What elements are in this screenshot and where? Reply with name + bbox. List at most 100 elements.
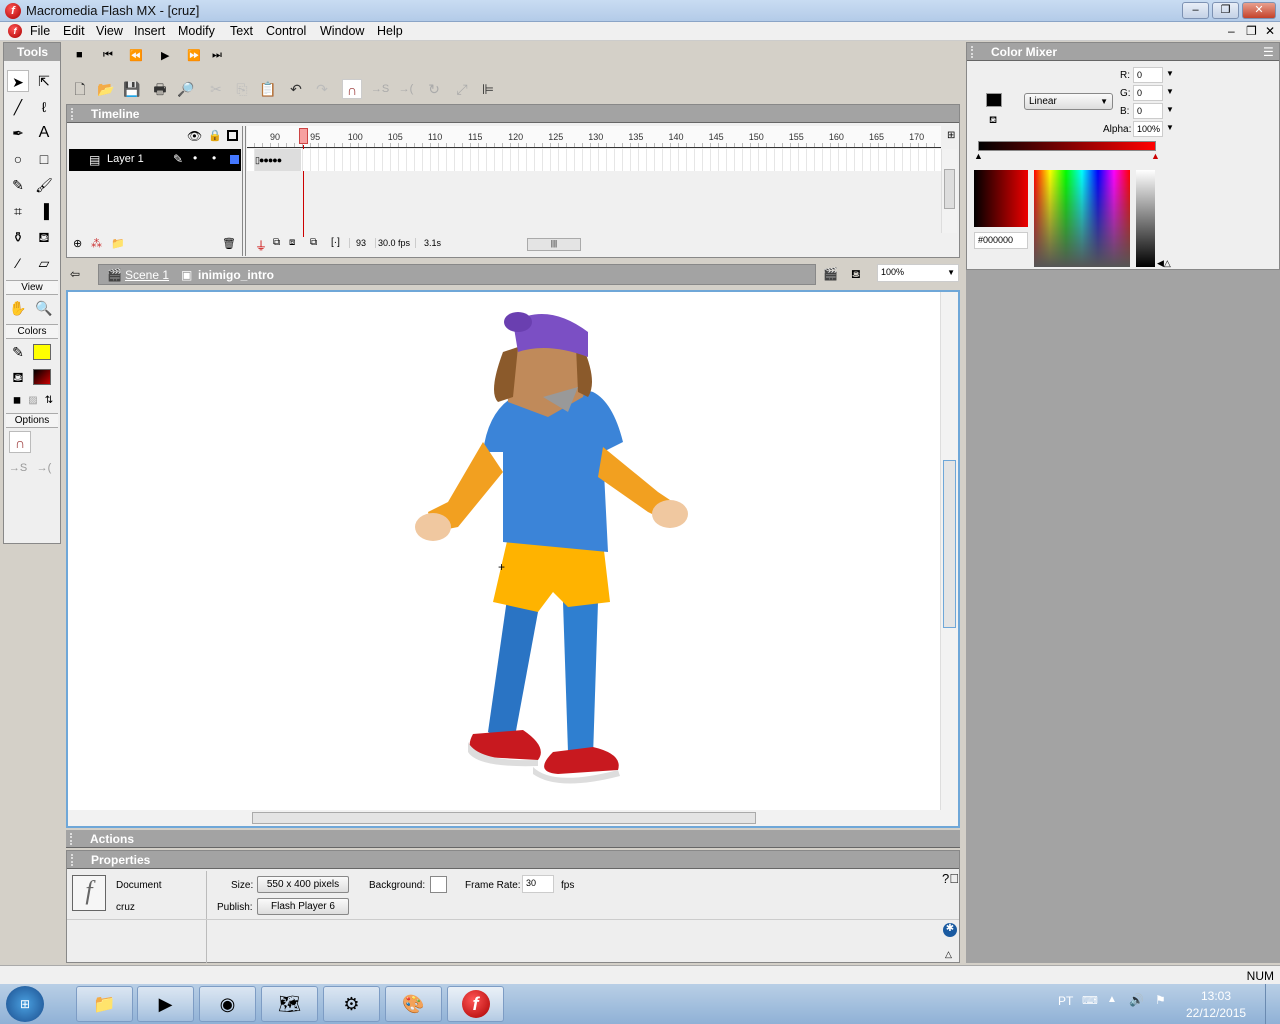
stage-vscroll[interactable]: [940, 292, 958, 826]
rectangle-tool-icon[interactable]: □: [33, 148, 55, 170]
step-back-button[interactable]: ⏪: [129, 49, 143, 62]
layer-color-icon[interactable]: [230, 155, 239, 164]
b-dropdown[interactable]: ▼: [1166, 105, 1174, 114]
color-spectrum[interactable]: [1034, 170, 1130, 267]
flash-taskbar-icon[interactable]: f: [447, 986, 504, 1022]
hand-tool-icon[interactable]: ✋: [7, 297, 29, 319]
alpha-dropdown[interactable]: ▼: [1166, 123, 1174, 132]
align-icon[interactable]: ⊫: [478, 79, 498, 99]
fill-transform-tool-icon[interactable]: ▐: [33, 200, 55, 222]
menu-help[interactable]: Help: [377, 24, 403, 38]
restore-button[interactable]: ❐: [1212, 2, 1239, 19]
onion-outlines-icon[interactable]: ⧈: [289, 237, 295, 248]
pen-tool-icon[interactable]: ✒: [7, 122, 29, 144]
gradient-bar[interactable]: [978, 141, 1156, 151]
snap-magnet-icon[interactable]: ∩: [9, 431, 31, 453]
timeline-ruler[interactable]: 90 95 100 105 110 115 120 125 130 135 140 145 150 155…: [247, 126, 941, 148]
b-input[interactable]: 0: [1133, 103, 1163, 119]
clock-time[interactable]: 13:03: [1201, 989, 1231, 1003]
copy-icon[interactable]: ⎘: [232, 79, 252, 99]
cut-icon[interactable]: ✂: [206, 79, 226, 99]
outline-icon[interactable]: [227, 130, 238, 141]
rewind-button[interactable]: ⏮: [103, 49, 113, 62]
color-mixer-title[interactable]: Color Mixer: [967, 43, 1279, 61]
collapse-icon[interactable]: △: [945, 949, 952, 960]
text-tool-icon[interactable]: A: [33, 122, 55, 144]
doc-close-button[interactable]: ✕: [1265, 24, 1275, 38]
eraser-tool-icon[interactable]: ▱: [33, 252, 55, 274]
go-to-end-button[interactable]: ⏭: [212, 49, 222, 62]
step-forward-button[interactable]: ⏩: [187, 49, 201, 62]
stop-button[interactable]: ■: [76, 49, 83, 61]
timeline-vscroll[interactable]: [941, 149, 957, 233]
settings-taskbar-icon[interactable]: ⚙: [323, 986, 380, 1022]
menu-modify[interactable]: Modify: [178, 24, 215, 38]
keyframes[interactable]: ▯●●●●●: [255, 149, 301, 171]
g-dropdown[interactable]: ▼: [1166, 87, 1174, 96]
edit-symbol-icon[interactable]: ⛾: [851, 267, 861, 283]
back-arrow-icon[interactable]: ⇦: [70, 267, 80, 281]
smooth-toolbar-icon[interactable]: →S: [370, 79, 390, 99]
zoom-tool-icon[interactable]: 🔍: [33, 297, 55, 319]
save-icon[interactable]: 💾: [122, 79, 142, 99]
timeline-hscroll-thumb[interactable]: |||: [527, 238, 581, 251]
publish-button[interactable]: Flash Player 6: [257, 898, 349, 915]
frame-view-icon[interactable]: ⊞: [947, 130, 955, 141]
keyboard-icon[interactable]: ⌨: [1082, 994, 1098, 1007]
explorer-taskbar-icon[interactable]: 📁: [76, 986, 133, 1022]
stage-vscroll-thumb[interactable]: [943, 460, 956, 628]
r-input[interactable]: 0: [1133, 67, 1163, 83]
close-button[interactable]: ✕: [1242, 2, 1276, 19]
playhead[interactable]: [299, 128, 308, 144]
hex-input[interactable]: #000000: [974, 232, 1028, 249]
actions-panel-header[interactable]: Actions: [66, 830, 960, 848]
undo-icon[interactable]: ↶: [286, 79, 306, 99]
paint-taskbar-icon[interactable]: 🎨: [385, 986, 442, 1022]
play-button[interactable]: ▶: [161, 49, 169, 62]
swap-colors-icon[interactable]: ⇅: [38, 390, 60, 412]
language-indicator[interactable]: PT: [1058, 994, 1073, 1008]
smooth-icon[interactable]: →S: [7, 457, 29, 479]
show-desktop-button[interactable]: [1265, 984, 1280, 1024]
subselect-tool-icon[interactable]: ⇱: [33, 70, 55, 92]
r-dropdown[interactable]: ▼: [1166, 69, 1174, 78]
straighten-icon[interactable]: →(: [33, 457, 55, 479]
action-center-flag-icon[interactable]: ⚑: [1155, 993, 1166, 1007]
new-icon[interactable]: 🗋: [70, 79, 90, 99]
eyedropper-tool-icon[interactable]: ⁄: [7, 252, 29, 274]
print-icon[interactable]: 🖶: [150, 79, 170, 99]
brightness-pointer[interactable]: ◀△: [1157, 258, 1171, 269]
straighten-toolbar-icon[interactable]: →(: [396, 79, 416, 99]
scene-link[interactable]: Scene 1: [125, 268, 169, 282]
accessibility-icon[interactable]: ✱: [943, 923, 957, 937]
stage-hscroll[interactable]: [68, 810, 942, 826]
menu-view[interactable]: View: [96, 24, 123, 38]
menu-insert[interactable]: Insert: [134, 24, 165, 38]
character-artwork[interactable]: [388, 302, 708, 792]
chrome-taskbar-icon[interactable]: ◉: [199, 986, 256, 1022]
stage[interactable]: +: [66, 290, 960, 828]
insert-folder-icon[interactable]: 📁: [111, 237, 125, 250]
pencil-tool-icon[interactable]: ✎: [7, 174, 29, 196]
snap-icon[interactable]: ∩: [342, 79, 362, 99]
line-tool-icon[interactable]: ╱: [7, 96, 29, 118]
start-button[interactable]: ⊞: [6, 986, 44, 1022]
stroke-color-swatch[interactable]: [33, 344, 51, 360]
size-button[interactable]: 550 x 400 pixels: [257, 876, 349, 893]
ink-bottle-tool-icon[interactable]: ⚱: [7, 226, 29, 248]
arrow-tool-icon[interactable]: ➤: [7, 70, 29, 92]
gradient-pointer-end[interactable]: ▲: [1151, 151, 1160, 161]
menu-edit[interactable]: Edit: [63, 24, 85, 38]
volume-icon[interactable]: 🔊: [1129, 993, 1144, 1007]
onion-skin-icon[interactable]: ⧉: [273, 237, 280, 248]
gradient-pointer-start[interactable]: ▲: [974, 151, 983, 161]
print-preview-icon[interactable]: 🔎: [176, 79, 196, 99]
fill-type-select[interactable]: Linear ▼: [1024, 93, 1113, 110]
panel-menu-icon[interactable]: ☰: [1263, 45, 1274, 59]
lock-dot[interactable]: •: [212, 151, 216, 165]
brightness-slider[interactable]: [1136, 170, 1155, 267]
center-frame-icon[interactable]: ⏚: [255, 237, 267, 254]
menu-text[interactable]: Text: [230, 24, 253, 38]
eye-icon[interactable]: 👁: [187, 129, 202, 143]
app-taskbar-icon[interactable]: 🗺: [261, 986, 318, 1022]
